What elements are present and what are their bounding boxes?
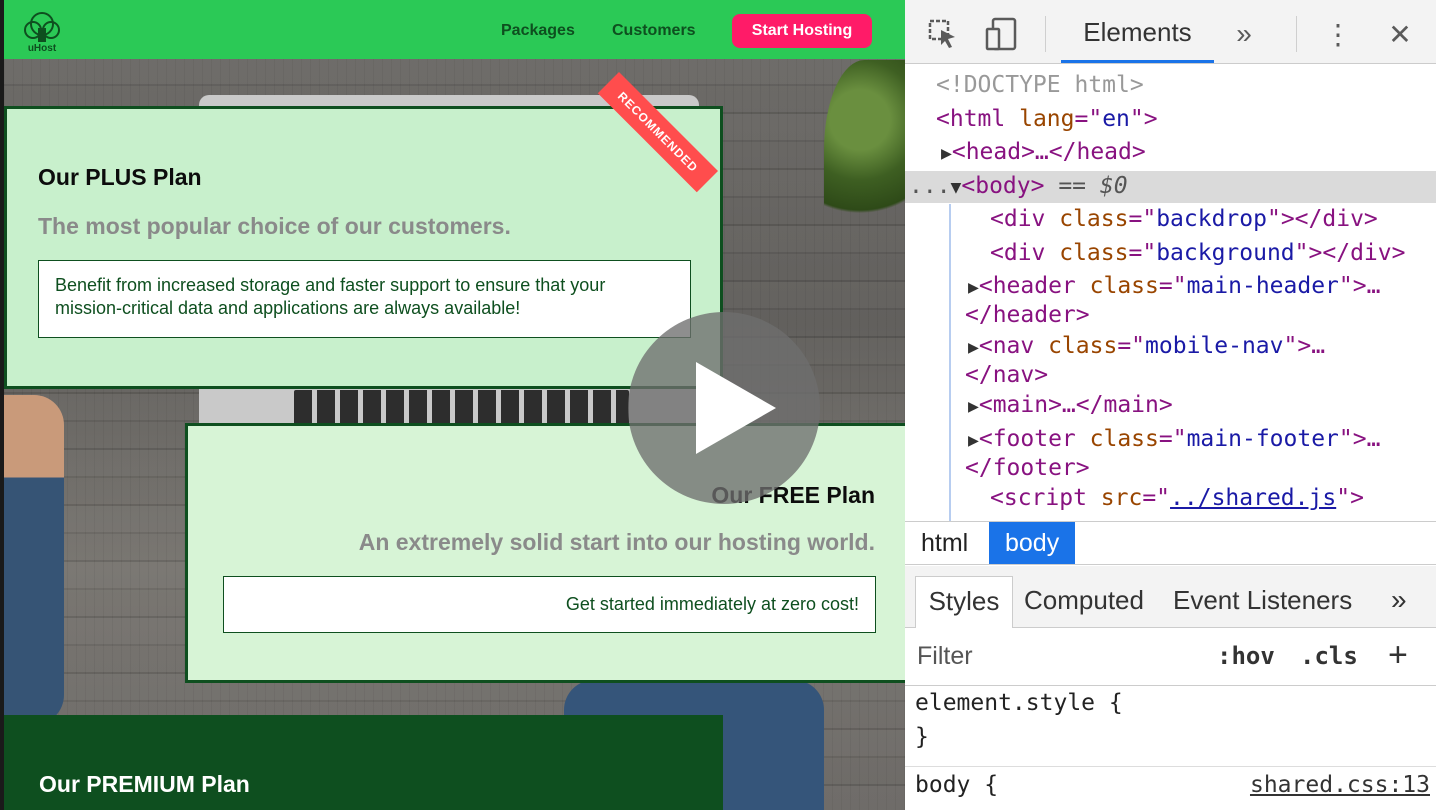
dom-tree: <!DOCTYPE html> <html lang="en"> ▶<head>…: [905, 64, 1436, 521]
collapse-triangle-icon[interactable]: ▼: [951, 177, 962, 198]
start-hosting-button[interactable]: Start Hosting: [732, 14, 872, 48]
background-plant-image: [824, 60, 905, 260]
expand-triangle-icon[interactable]: ▶: [968, 396, 979, 417]
dom-header-close[interactable]: </header>: [965, 300, 1090, 330]
website-viewport: uHost Packages Customers Start Hosting O…: [0, 0, 905, 810]
dom-div-backdrop[interactable]: <div class="backdrop"></div>: [990, 204, 1378, 234]
tab-event-listeners[interactable]: Event Listeners: [1173, 576, 1352, 628]
dom-main-node[interactable]: ▶<main>…</main>: [968, 390, 1173, 420]
close-icon[interactable]: ✕: [1383, 17, 1417, 51]
plan-title: Our PLUS Plan: [38, 164, 202, 190]
tab-styles[interactable]: Styles: [915, 576, 1013, 628]
dom-header-node[interactable]: ▶<header class="main-header">…: [968, 271, 1380, 301]
expand-triangle-icon[interactable]: ▶: [968, 277, 979, 298]
script-src-link[interactable]: ../shared.js: [1170, 485, 1336, 511]
kebab-menu-icon[interactable]: ⋮: [1321, 17, 1355, 51]
dom-div-background[interactable]: <div class="background"></div>: [990, 238, 1405, 268]
breadcrumb: html body: [905, 521, 1436, 565]
background-arm-image: [4, 395, 64, 725]
logo-text: uHost: [28, 43, 57, 52]
body-rule-selector[interactable]: body {: [915, 772, 998, 798]
new-rule-plus-icon[interactable]: +: [1388, 636, 1408, 675]
tab-computed[interactable]: Computed: [1024, 576, 1144, 628]
dom-head-node[interactable]: ▶<head>…</head>: [941, 137, 1146, 167]
tab-elements[interactable]: Elements: [1061, 17, 1214, 63]
play-icon: [696, 362, 776, 454]
element-style-rule[interactable]: element.style {: [915, 690, 1123, 716]
nav-customers-link[interactable]: Customers: [612, 22, 696, 40]
styles-subtabs: Styles Computed Event Listeners »: [905, 566, 1436, 628]
dom-doctype[interactable]: <!DOCTYPE html>: [936, 70, 1144, 100]
element-style-close: }: [915, 724, 929, 750]
dom-script-node[interactable]: <script src="../shared.js">: [990, 483, 1364, 513]
plan-subtitle: An extremely solid start into our hostin…: [358, 529, 875, 555]
device-toolbar-icon[interactable]: [985, 17, 1019, 51]
more-subtabs-icon[interactable]: »: [1391, 576, 1407, 628]
inspect-element-icon[interactable]: [926, 17, 960, 51]
video-play-button[interactable]: [628, 312, 820, 504]
device-icon: [985, 17, 1017, 51]
dom-footer-node[interactable]: ▶<footer class="main-footer">…: [968, 424, 1380, 454]
expand-triangle-icon[interactable]: ▶: [941, 143, 952, 164]
plan-title: Our PREMIUM Plan: [39, 771, 250, 797]
expand-triangle-icon[interactable]: ▶: [968, 430, 979, 451]
plan-card-premium[interactable]: Our PREMIUM Plan: [4, 715, 723, 810]
breadcrumb-body[interactable]: body: [989, 522, 1076, 564]
toolbar-divider: [1045, 16, 1046, 52]
dom-html-node[interactable]: <html lang="en">: [936, 104, 1158, 134]
tree-guide-line: [949, 204, 951, 521]
devtools-panel: Elements » ⋮ ✕ <!DOCTYPE html> <html lan…: [905, 0, 1436, 810]
more-tabs-icon[interactable]: »: [1227, 17, 1261, 51]
cursor-icon: [928, 19, 955, 48]
dom-body-node[interactable]: ...▼<body> == $0: [909, 171, 1128, 201]
plan-description: Get started immediately at zero cost!: [223, 576, 876, 633]
dom-nav-close[interactable]: </nav>: [965, 360, 1048, 390]
screen: uHost Packages Customers Start Hosting O…: [0, 0, 1436, 810]
devtools-toolbar: Elements » ⋮ ✕: [905, 0, 1436, 64]
breadcrumb-html[interactable]: html: [905, 522, 984, 564]
rule-source-link[interactable]: shared.css:13: [1250, 772, 1430, 798]
filter-input[interactable]: Filter: [917, 642, 973, 671]
nav-packages-link[interactable]: Packages: [501, 22, 575, 40]
uhost-logo[interactable]: uHost: [20, 10, 64, 52]
dom-footer-close[interactable]: </footer>: [965, 453, 1090, 483]
plan-subtitle: The most popular choice of our customers…: [38, 213, 511, 239]
expand-triangle-icon[interactable]: ▶: [968, 337, 979, 358]
styles-filter-row: Filter :hov .cls +: [905, 628, 1436, 686]
plan-card-plus[interactable]: Our PLUS Plan The most popular choice of…: [4, 106, 723, 389]
hov-toggle[interactable]: :hov: [1217, 642, 1275, 670]
dom-nav-node[interactable]: ▶<nav class="mobile-nav">…: [968, 331, 1325, 361]
cls-toggle[interactable]: .cls: [1300, 642, 1358, 670]
rule-divider: [905, 766, 1436, 767]
toolbar-divider: [1296, 16, 1297, 52]
main-header: uHost Packages Customers Start Hosting: [4, 0, 905, 59]
plan-description: Benefit from increased storage and faste…: [38, 260, 691, 338]
